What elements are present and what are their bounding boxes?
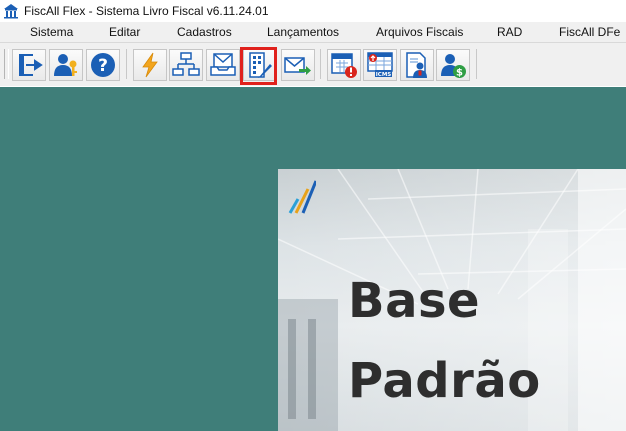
window-title: FiscAll Flex - Sistema Livro Fiscal v6.1… xyxy=(24,4,269,18)
menu-lancamentos[interactable]: Lançamentos xyxy=(267,22,339,42)
user-money-button[interactable]: $ xyxy=(436,49,470,81)
splash-title-line1: Base xyxy=(348,273,481,329)
splash-image: Base Padrão xyxy=(278,169,626,431)
exit-icon xyxy=(19,54,43,76)
fiscall-logo xyxy=(288,180,316,214)
highlight-box xyxy=(240,47,277,85)
user-document-icon xyxy=(406,52,427,78)
svg-text:ICMS: ICMS xyxy=(376,72,392,78)
svg-text:$: $ xyxy=(456,68,463,79)
org-chart-button[interactable] xyxy=(169,49,203,81)
menu-sistema[interactable]: Sistema xyxy=(30,22,73,42)
exit-button[interactable] xyxy=(12,49,46,81)
calendar-alert-icon xyxy=(331,53,357,78)
user-money-icon: $ xyxy=(441,54,466,79)
toolbar-separator xyxy=(476,49,477,79)
org-chart-icon xyxy=(172,52,200,76)
lightning-icon xyxy=(142,52,158,78)
menu-rad[interactable]: RAD xyxy=(497,22,522,42)
mail-send-icon xyxy=(284,57,311,75)
menu-editar[interactable]: Editar xyxy=(109,22,140,42)
toolbar-grip[interactable] xyxy=(4,49,9,79)
svg-text:?: ? xyxy=(98,56,108,76)
user-document-button[interactable] xyxy=(400,49,434,81)
mail-send-button[interactable] xyxy=(281,49,315,81)
toolbar: ? ICMS $ xyxy=(0,43,626,86)
icms-table-button[interactable]: ICMS xyxy=(363,49,397,81)
menu-bar: Sistema Editar Cadastros Lançamentos Arq… xyxy=(0,22,626,43)
splash-title-line2: Padrão xyxy=(348,353,541,409)
user-key-button[interactable] xyxy=(49,49,83,81)
toolbar-separator xyxy=(320,49,321,79)
lightning-button[interactable] xyxy=(133,49,167,81)
toolbar-separator xyxy=(126,49,127,79)
help-icon: ? xyxy=(91,53,115,77)
menu-cadastros[interactable]: Cadastros xyxy=(177,22,232,42)
mail-tray-button[interactable] xyxy=(206,49,240,81)
menu-arquivos-fiscais[interactable]: Arquivos Fiscais xyxy=(376,22,463,42)
title-bar: FiscAll Flex - Sistema Livro Fiscal v6.1… xyxy=(0,0,626,22)
building-icon xyxy=(4,4,18,19)
mail-tray-icon xyxy=(210,53,236,76)
calendar-alert-button[interactable] xyxy=(327,49,361,81)
help-button[interactable]: ? xyxy=(86,49,120,81)
icms-table-icon: ICMS xyxy=(367,52,393,78)
menu-fiscall-dfe[interactable]: FiscAll DFe xyxy=(559,22,620,42)
user-key-icon xyxy=(54,54,77,76)
